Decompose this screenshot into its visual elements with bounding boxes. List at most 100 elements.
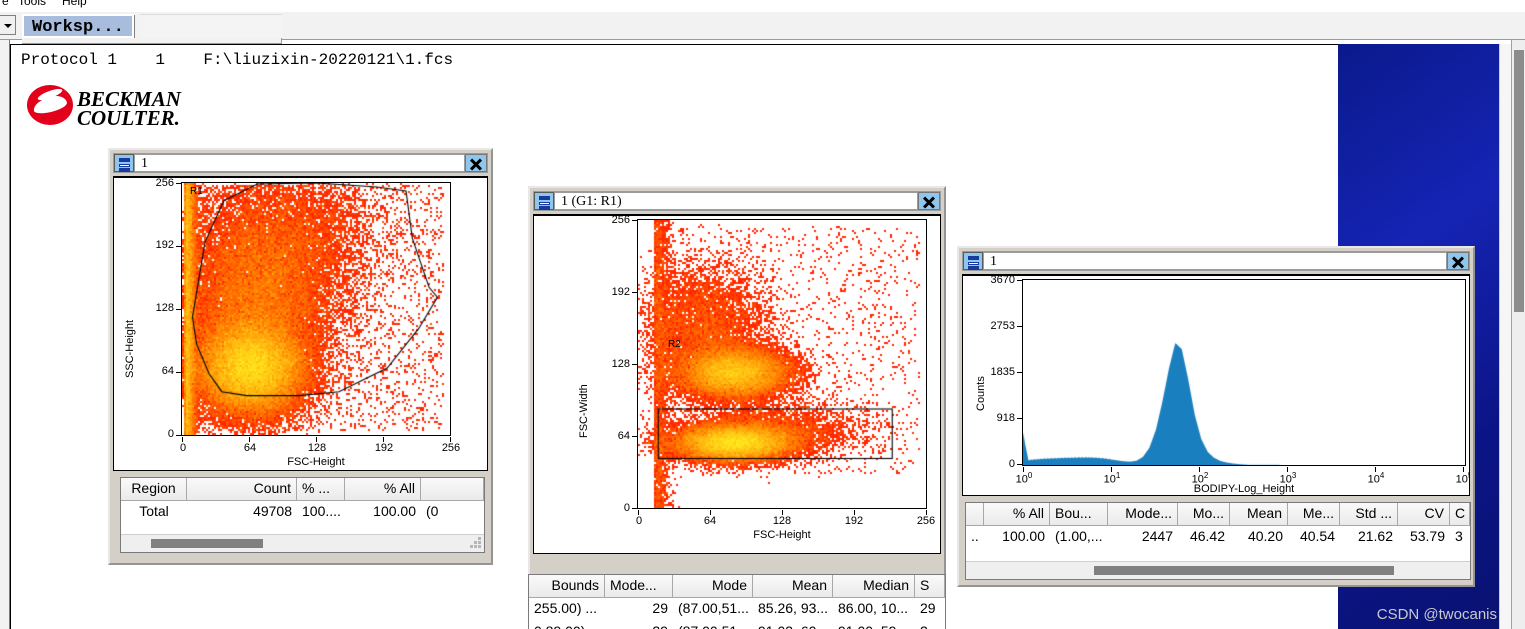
- histogram-icon[interactable]: [114, 154, 134, 172]
- col-std[interactable]: S: [915, 575, 945, 598]
- bounds-stats-table[interactable]: Bounds Mode... Mode Mean Median S 255.00…: [528, 574, 946, 629]
- y-tick-192: 192: [611, 286, 630, 298]
- menu-item-help[interactable]: Help: [62, 0, 87, 8]
- table-header-row: Region Count % ... % All: [121, 478, 484, 501]
- col-std[interactable]: Std ...: [1340, 503, 1398, 526]
- close-icon[interactable]: [918, 192, 940, 210]
- col-median[interactable]: Median: [833, 575, 915, 598]
- close-icon[interactable]: [465, 154, 487, 172]
- cell-std: 29: [915, 598, 945, 621]
- y-tick-0: 0: [1008, 458, 1015, 470]
- col-extra[interactable]: [421, 478, 484, 501]
- col-mode-x[interactable]: Mode...: [605, 575, 673, 598]
- bodipy-histogram-window[interactable]: 1 Counts 3670 2753 1835 918 0 100 101 10…: [957, 246, 1475, 587]
- tab-workspace[interactable]: Worksp...: [22, 14, 134, 38]
- gate-label-r2: R2: [668, 339, 681, 350]
- x-tick-256: 256: [916, 515, 936, 527]
- ssc-fsc-window[interactable]: 1 SSC-Height 256 192 128 64 0 R1 0 64 12…: [108, 148, 493, 565]
- table-row[interactable]: 0,89.00) ... 29 (87.00,51... 91.03, 60..…: [529, 621, 945, 629]
- cell-mode-x: 29: [605, 621, 673, 629]
- histogram-icon[interactable]: [963, 252, 983, 270]
- col-mean[interactable]: Mean: [753, 575, 833, 598]
- bodipy-plot-pane: Counts 3670 2753 1835 918 0 100 101 102 …: [962, 274, 1470, 496]
- col-median[interactable]: Me...: [1288, 503, 1340, 526]
- y-tick-0: 0: [167, 428, 174, 440]
- close-icon[interactable]: [1447, 252, 1469, 270]
- col-bounds[interactable]: Bou...: [1050, 503, 1108, 526]
- col-blank[interactable]: [966, 503, 984, 526]
- region-stats-table[interactable]: Region Count % ... % All Total 49708 100…: [120, 477, 485, 553]
- window-title: 1: [983, 252, 1447, 270]
- histogram-icon[interactable]: [534, 192, 554, 210]
- cell-std: 2: [915, 621, 945, 629]
- menu-item-e[interactable]: e: [2, 0, 9, 8]
- y-axis-label: FSC-Width: [578, 384, 590, 438]
- x-axis-label: FSC-Height: [287, 456, 345, 468]
- toolbar-dropdown[interactable]: [0, 15, 16, 35]
- col-mode[interactable]: Mode: [673, 575, 753, 598]
- cell-cv: 53.79: [1398, 526, 1450, 549]
- cell-pct-all: 100.00: [345, 501, 421, 524]
- window-title-bar[interactable]: 1 (G1: R1): [533, 191, 941, 211]
- col-count[interactable]: Count: [187, 478, 297, 501]
- col-pct-all[interactable]: % All: [984, 503, 1050, 526]
- table-header-row: Bounds Mode... Mode Mean Median S: [529, 575, 945, 598]
- y-axis-label: Counts: [975, 376, 987, 411]
- fscw-fsch-plot-pane: FSC-Width 256 192 128 64 0 R2 0 64 128 1…: [533, 214, 941, 554]
- cell-mode: (87.00,51...: [673, 621, 753, 629]
- col-region[interactable]: Region: [121, 478, 187, 501]
- ssc-fsc-plot-pane: SSC-Height 256 192 128 64 0 R1 0 64 128 …: [113, 176, 488, 471]
- col-pct[interactable]: % ...: [297, 478, 345, 501]
- table-row[interactable]: 255.00) ... 29 (87.00,51... 85.26, 93...…: [529, 598, 945, 621]
- horizontal-scrollbar[interactable]: [966, 561, 1470, 579]
- vertical-scrollbar[interactable]: [1511, 40, 1525, 629]
- y-tick-128: 128: [611, 358, 630, 370]
- table-header-row: % All Bou... Mode... Mo... Mean Me... St…: [966, 503, 1470, 526]
- scrollbar-thumb[interactable]: [1514, 50, 1524, 312]
- beckman-coulter-logo: BECKMAN COULTER.: [27, 83, 187, 133]
- y-tick-64: 64: [161, 365, 174, 377]
- x-axis-label: FSC-Height: [753, 529, 811, 541]
- scrollbar-thumb[interactable]: [1094, 566, 1394, 575]
- cell-region: Total: [121, 501, 187, 524]
- table-row[interactable]: .. 100.00 (1.00,... 2447 46.42 40.20 40.…: [966, 526, 1470, 549]
- col-c[interactable]: C: [1450, 503, 1470, 526]
- y-tick-2753: 2753: [990, 320, 1015, 332]
- cell-mean: 85.26, 93...: [753, 598, 833, 621]
- cell-mean: 91.03, 60...: [753, 621, 833, 629]
- x-tick-128: 128: [307, 442, 327, 454]
- col-bounds[interactable]: Bounds: [529, 575, 605, 598]
- col-cv[interactable]: CV: [1398, 503, 1450, 526]
- tab-strip-filler: [140, 14, 282, 38]
- col-mean[interactable]: Mean: [1230, 503, 1288, 526]
- scrollbar-thumb[interactable]: [151, 539, 263, 548]
- menu-item-tools[interactable]: Tools: [18, 0, 46, 8]
- gate-label-r1: R1: [190, 186, 203, 197]
- ssc-fsc-axes: [181, 182, 451, 436]
- x-tick-256: 256: [441, 442, 461, 454]
- chevron-down-icon: [4, 24, 12, 28]
- cell-median: 91.00, 59...: [833, 621, 915, 629]
- resize-grip[interactable]: [469, 537, 482, 550]
- x-tick-0: 0: [179, 442, 187, 454]
- left-gutter: [0, 40, 10, 629]
- table-row[interactable]: Total 49708 100.... 100.00 (0: [121, 501, 484, 524]
- col-mode[interactable]: Mo...: [1178, 503, 1230, 526]
- y-tick-0: 0: [623, 502, 630, 514]
- cell-mode: (87.00,51...: [673, 598, 753, 621]
- app-root: e Tools Help Worksp... Protocol 1 1 F:\l…: [0, 0, 1525, 629]
- col-mode-ch[interactable]: Mode...: [1108, 503, 1178, 526]
- window-title-bar[interactable]: 1: [962, 251, 1470, 271]
- x-tick-192: 192: [374, 442, 394, 454]
- horizontal-scrollbar[interactable]: [121, 534, 484, 552]
- y-tick-256: 256: [611, 214, 630, 226]
- window-title-bar[interactable]: 1: [113, 153, 488, 173]
- right-panel-sliver: [1499, 44, 1511, 629]
- cell-mean: 40.20: [1230, 526, 1288, 549]
- fscw-fsch-window[interactable]: 1 (G1: R1) FSC-Width 256 192 128 64 0 R2: [528, 186, 946, 629]
- y-tick-256: 256: [155, 177, 174, 189]
- bodipy-stats-table[interactable]: % All Bou... Mode... Mo... Mean Me... St…: [965, 502, 1471, 580]
- col-pct-all[interactable]: % All: [345, 478, 421, 501]
- y-tick-192: 192: [155, 239, 174, 251]
- fscw-fsch-axes: [637, 219, 927, 509]
